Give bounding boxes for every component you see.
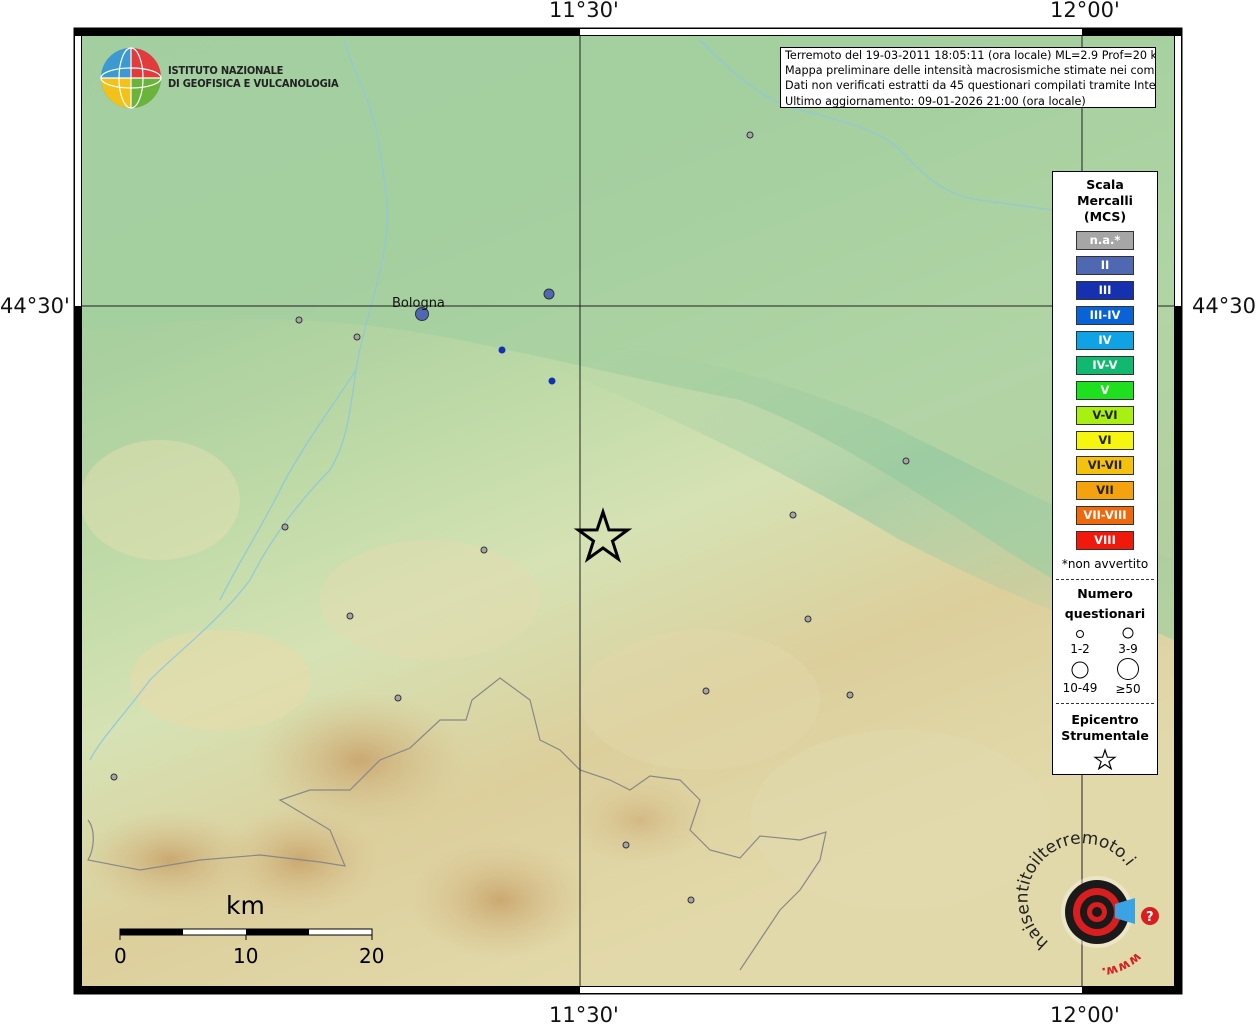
lat-label-right: 44°30' — [1192, 294, 1257, 318]
point-na — [789, 511, 797, 519]
city-label-bologna: Bologna — [392, 296, 445, 311]
point-na — [281, 523, 289, 531]
legend-swatch-vii-viii: VII-VIII — [1076, 506, 1134, 525]
count-symbols: 1-2 3-9 10-49 ≥50 — [1063, 627, 1141, 696]
point-na — [295, 316, 303, 324]
point-na — [110, 773, 118, 781]
point-na — [687, 896, 695, 904]
legend-swatch-iv: IV — [1076, 331, 1134, 350]
lon-label-bottom-right: 12°00' — [1050, 1003, 1120, 1027]
point-ii — [543, 288, 555, 300]
point-na — [902, 457, 910, 465]
epicenter-title: Epicentro Strumentale — [1053, 712, 1157, 744]
ingv-logo — [100, 47, 162, 109]
legend-swatch-iii: III — [1076, 281, 1134, 300]
point-na — [480, 546, 488, 554]
point-na — [394, 694, 402, 702]
legend-title: Scala Mercalli (MCS) — [1053, 177, 1157, 225]
svg-text:?: ? — [1146, 910, 1154, 925]
info-line-3: Dati non verificati estratti da 45 quest… — [785, 79, 1156, 93]
legend-separator — [1056, 579, 1154, 580]
svg-text:1-2: 1-2 — [1070, 642, 1090, 656]
institute-name: ISTITUTO NAZIONALE DI GEOFISICA E VULCAN… — [168, 64, 339, 90]
count-title: Numero questionari — [1053, 584, 1157, 624]
lon-label-top-left: 11°30' — [549, 0, 619, 22]
lon-label-top-right: 12°00' — [1050, 0, 1120, 22]
point-na — [746, 131, 754, 139]
svg-text:20: 20 — [359, 944, 384, 968]
legend-swatch-iii-iv: III-IV — [1076, 306, 1134, 325]
svg-text:km: km — [226, 891, 265, 920]
legend-title-line-1: Scala — [1086, 177, 1124, 192]
point-na — [346, 612, 354, 620]
not-felt-note: *non avvertito — [1061, 557, 1149, 571]
info-line-2: Mappa preliminare delle intensità macros… — [785, 64, 1156, 78]
svg-text:≥50: ≥50 — [1115, 682, 1140, 696]
legend-separator-2 — [1056, 703, 1154, 704]
epicenter-title-line-1: Epicentro — [1071, 712, 1139, 727]
legend-swatch-viii: VIII — [1076, 531, 1134, 550]
svg-text:3-9: 3-9 — [1118, 642, 1138, 656]
epicenter-legend-star — [1093, 748, 1117, 770]
legend-swatch-vii: VII — [1076, 481, 1134, 500]
svg-text:0: 0 — [114, 944, 127, 968]
event-info-box: Terremoto del 19-03-2011 18:05:11 (ora l… — [780, 47, 1156, 108]
legend-swatch-v: V — [1076, 381, 1134, 400]
epicenter-title-line-2: Strumentale — [1061, 728, 1149, 743]
point-na — [804, 615, 812, 623]
intensity-swatches: n.a.* II III III-IV IV IV-V V V-VI VI VI-VII VII VI… — [1053, 231, 1157, 550]
svg-text:10-49: 10-49 — [1063, 681, 1098, 695]
info-line-1: Terremoto del 19-03-2011 18:05:11 (ora l… — [785, 49, 1156, 62]
legend-title-line-3: (MCS) — [1083, 209, 1127, 224]
lon-label-bottom-left: 11°30' — [549, 1003, 619, 1027]
institute-line-2: DI GEOFISICA E VULCANOLOGIA — [168, 77, 339, 90]
legend-swatch-na: n.a.* — [1076, 231, 1134, 250]
legend-swatch-iv-v: IV-V — [1076, 356, 1134, 375]
svg-text:10: 10 — [233, 944, 258, 968]
legend-title-line-2: Mercalli — [1077, 193, 1133, 208]
point-na — [622, 841, 630, 849]
count-title-line-2: questionari — [1064, 606, 1146, 621]
point-na — [353, 333, 361, 341]
info-line-4: Ultimo aggiornamento: 09-01-2026 21:00 (… — [785, 94, 1086, 108]
legend-swatch-vi: VI — [1076, 431, 1134, 450]
institute-line-1: ISTITUTO NAZIONALE — [168, 64, 284, 77]
legend-swatch-ii: II — [1076, 256, 1134, 275]
point-na — [702, 687, 710, 695]
legend-swatch-v-vi: V-VI — [1076, 406, 1134, 425]
lat-label-left: 44°30' — [0, 294, 70, 318]
count-title-line-1: Numero — [1077, 586, 1133, 601]
point-na — [846, 691, 854, 699]
legend-panel: Scala Mercalli (MCS) n.a.* II III III-IV IV I… — [1052, 171, 1158, 775]
legend-swatch-vi-vii: VI-VII — [1076, 456, 1134, 475]
point-iii — [548, 377, 556, 385]
point-iii — [498, 346, 506, 354]
